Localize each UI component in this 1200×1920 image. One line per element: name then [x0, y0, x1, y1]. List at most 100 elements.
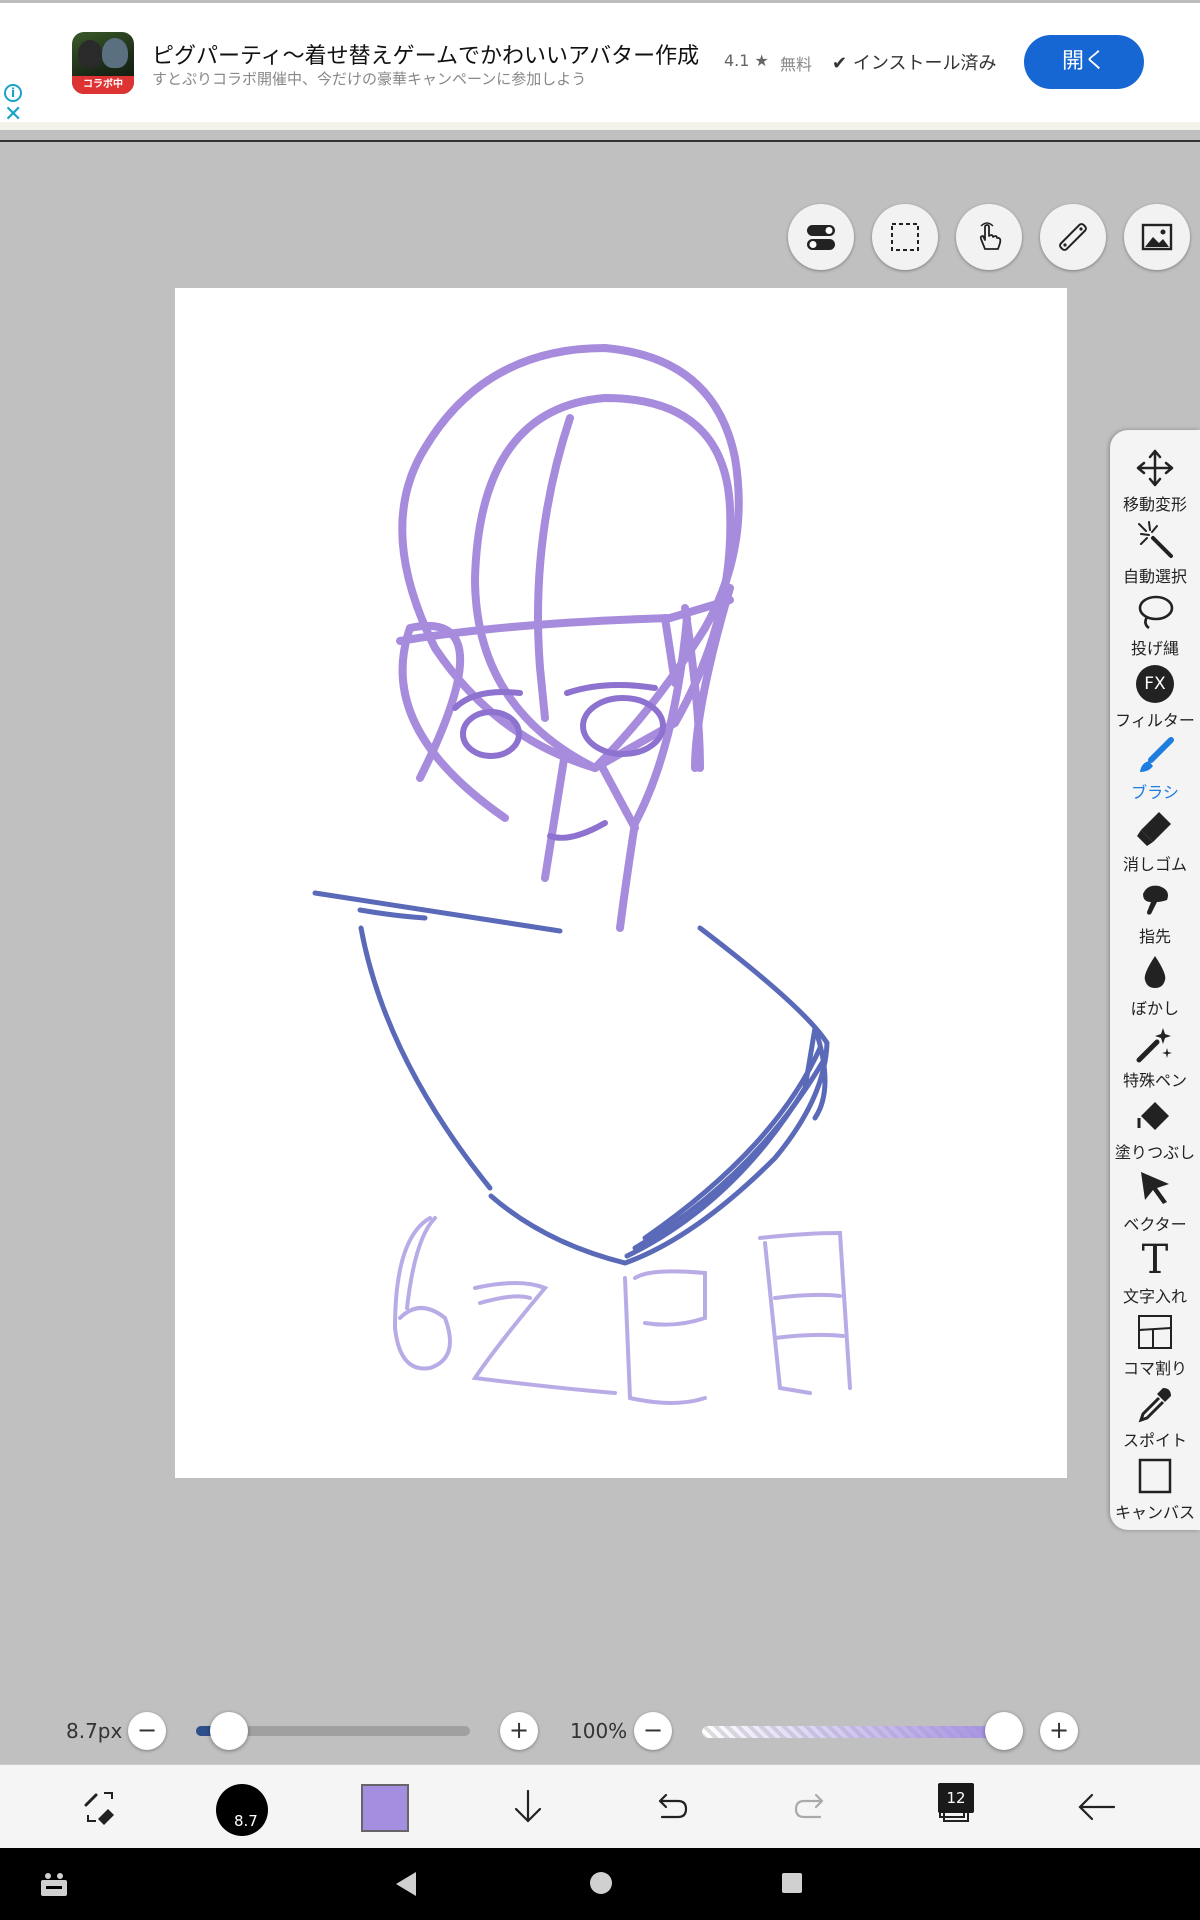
opacity-slider-handle[interactable]: [985, 1712, 1023, 1750]
brush-eraser-switch-button[interactable]: [72, 1779, 128, 1835]
hand-touch-icon: [979, 222, 1002, 250]
handwritten-text: [392, 1216, 852, 1405]
tool-label: ブラシ: [1131, 783, 1179, 802]
tool-finger[interactable]: 指先: [1110, 876, 1200, 948]
undo-button[interactable]: [642, 1779, 698, 1835]
arrow-down-icon: [514, 1789, 542, 1823]
eyedropper-icon: [1134, 1384, 1176, 1424]
tool-move-transform[interactable]: 移動変形: [1110, 444, 1200, 516]
keyboard-toggle-icon[interactable]: [38, 1868, 70, 1900]
opacity-track[interactable]: [702, 1726, 1004, 1738]
opacity-increase-button[interactable]: +: [1040, 1712, 1078, 1750]
ad-installed-status: ✔ インストール済み: [832, 49, 996, 75]
layer-count-badge: 12: [938, 1783, 974, 1813]
tool-label: 投げ縄: [1130, 639, 1179, 658]
bottom-toolbar: 8.7 12: [0, 1764, 1200, 1848]
selection-button[interactable]: [872, 204, 938, 270]
ad-banner[interactable]: コラボ中 ピグパーティ〜着せ替えゲームでかわいいアバター作成 すとぷりコラボ開催…: [0, 0, 1200, 130]
ad-divider: [0, 140, 1200, 142]
tool-lasso[interactable]: 投げ縄: [1110, 588, 1200, 660]
tool-special-pen[interactable]: 特殊ペン: [1110, 1020, 1200, 1092]
ad-rating: 4.1 ★: [724, 51, 769, 70]
tool-canvas[interactable]: キャンバス: [1110, 1452, 1200, 1524]
tool-frame-divide[interactable]: コマ割り: [1110, 1308, 1200, 1380]
tool-label: コマ割り: [1122, 1359, 1187, 1378]
image-button[interactable]: [1124, 204, 1190, 270]
ad-app-icon[interactable]: コラボ中: [72, 32, 134, 94]
opacity-decrease-button[interactable]: −: [634, 1712, 672, 1750]
tool-fill[interactable]: 塗りつぶし: [1110, 1092, 1200, 1164]
brush-icon: [1134, 736, 1176, 776]
ruler-button[interactable]: [1040, 204, 1106, 270]
tool-blur[interactable]: ぼかし: [1110, 948, 1200, 1020]
ad-icon-character-1: [78, 40, 102, 68]
ad-open-button[interactable]: 開く: [1024, 35, 1144, 89]
back-button[interactable]: [1068, 1779, 1124, 1835]
text-t-icon: T: [1141, 1237, 1169, 1283]
eraser-icon: [1134, 808, 1176, 848]
tool-label: 文字入れ: [1122, 1287, 1187, 1306]
tool-label: キャンバス: [1114, 1503, 1195, 1522]
top-toolbar: [788, 204, 1190, 270]
tool-palette: 移動変形 自動選択 投げ縄 FX フィルター ブラシ 消しゴム 指先 ぼかし 特…: [1110, 430, 1200, 1530]
brush-size-preview[interactable]: 8.7: [216, 1784, 268, 1836]
magic-wand-icon: [1134, 520, 1176, 560]
undo-icon: [658, 1793, 688, 1819]
tool-label: フィルター: [1115, 711, 1195, 730]
tool-vector[interactable]: ベクター: [1110, 1164, 1200, 1236]
save-down-button[interactable]: [500, 1779, 556, 1835]
brush-size-slider-handle[interactable]: [209, 1712, 248, 1750]
tool-eyedropper[interactable]: スポイト: [1110, 1380, 1200, 1452]
tool-filter[interactable]: FX フィルター: [1110, 660, 1200, 732]
installed-check-icon: ✔: [832, 53, 848, 74]
frame-divide-icon: [1134, 1312, 1176, 1352]
redo-button[interactable]: [784, 1779, 840, 1835]
tool-magic-wand[interactable]: 自動選択: [1110, 516, 1200, 588]
tool-label: 自動選択: [1122, 567, 1187, 586]
brush-size-increase-button[interactable]: +: [500, 1712, 538, 1750]
ad-top-border: [0, 0, 1200, 3]
hand-touch-button[interactable]: [956, 204, 1022, 270]
fill-bucket-icon: [1134, 1096, 1176, 1136]
opacity-fill: [702, 1726, 1004, 1738]
tool-brush[interactable]: ブラシ: [1110, 732, 1200, 804]
toggle-button[interactable]: [788, 204, 854, 270]
vector-cursor-icon: [1134, 1168, 1176, 1208]
system-nav-bar: [0, 1848, 1200, 1920]
ad-close-icon[interactable]: ✕: [4, 104, 22, 126]
drawing-canvas[interactable]: [175, 288, 1067, 1478]
special-pen-icon: [1134, 1024, 1176, 1064]
ad-info-icon[interactable]: i: [4, 84, 22, 102]
nav-home-icon[interactable]: [590, 1872, 612, 1894]
tool-label: ベクター: [1123, 1215, 1187, 1234]
tool-label: スポイト: [1122, 1431, 1187, 1450]
fx-icon: FX: [1134, 664, 1176, 704]
tool-text[interactable]: T 文字入れ: [1110, 1236, 1200, 1308]
brush-eraser-switch-icon: [84, 1792, 114, 1825]
tool-label: 塗りつぶし: [1114, 1143, 1196, 1162]
arrow-left-icon: [1078, 1793, 1116, 1821]
tool-label: ぼかし: [1130, 999, 1179, 1018]
ad-subtitle: すとぷりコラボ開催中、今だけの豪華キャンペーンに参加しよう: [152, 70, 587, 88]
redo-icon: [794, 1793, 824, 1819]
tool-label: 移動変形: [1122, 495, 1187, 514]
opacity-value: 100%: [570, 1719, 628, 1743]
tool-label: 特殊ペン: [1122, 1071, 1187, 1090]
brush-size-preview-text: 8.7: [234, 1812, 258, 1830]
finger-icon: [1134, 880, 1176, 920]
tool-eraser[interactable]: 消しゴム: [1110, 804, 1200, 876]
artwork: [312, 343, 852, 1405]
lasso-icon: [1134, 592, 1176, 632]
ruler-icon: [1059, 223, 1087, 251]
nav-recents-icon[interactable]: [782, 1873, 802, 1893]
tool-label: 消しゴム: [1122, 855, 1187, 874]
current-color-swatch[interactable]: [361, 1784, 409, 1832]
nav-back-icon[interactable]: [396, 1872, 416, 1896]
blur-drop-icon: [1134, 952, 1176, 992]
brush-size-decrease-button[interactable]: −: [128, 1712, 166, 1750]
tool-label: 指先: [1138, 927, 1171, 946]
ad-installed-label: インストール済み: [852, 53, 997, 74]
ad-icon-character-2: [102, 38, 128, 68]
toggle-icon: [807, 225, 835, 250]
ad-title[interactable]: ピグパーティ〜着せ替えゲームでかわいいアバター作成: [152, 38, 699, 70]
